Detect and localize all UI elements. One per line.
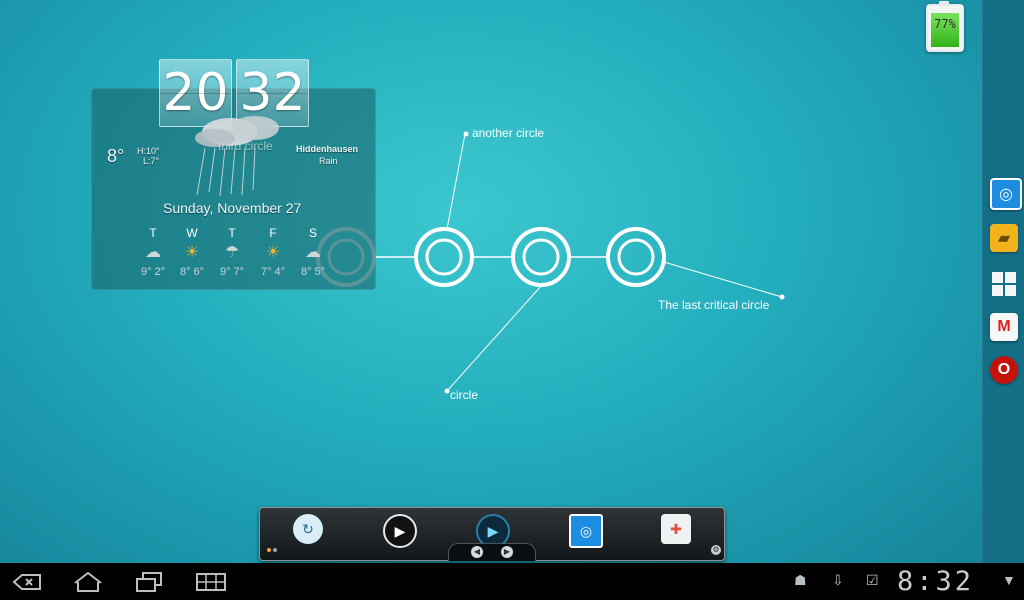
forecast-day-label: T bbox=[228, 226, 236, 240]
circle-label: circle bbox=[450, 388, 479, 402]
download-icon[interactable]: ⇩ bbox=[832, 572, 844, 589]
cloudy-icon: ☁ bbox=[305, 244, 321, 261]
forecast-day: F ☀ 7° 4° bbox=[253, 226, 293, 278]
battery-percentage: 77% bbox=[934, 17, 956, 31]
forecast-temps: 8° 6° bbox=[179, 266, 205, 278]
pointer-dot bbox=[444, 388, 450, 394]
back-icon[interactable] bbox=[12, 573, 42, 591]
city-name: Hiddenhausen bbox=[296, 144, 359, 154]
launcher-page-tab: ◀ ▶ bbox=[448, 543, 536, 561]
quickoffice-icon[interactable]: ◎ bbox=[569, 514, 603, 548]
battery-cap bbox=[939, 1, 949, 5]
launcher-bar: ↻ ▶ ▶ ◎ ✚ ◀ ▶ ⚙ bbox=[259, 507, 725, 561]
signal-icon[interactable]: ▼ bbox=[1002, 572, 1016, 588]
forecast-temps: 8° 5° bbox=[300, 266, 326, 278]
status-clock[interactable]: 8:32 bbox=[897, 566, 974, 597]
high-temperature: H:10° bbox=[137, 146, 160, 156]
pointer-dot bbox=[463, 131, 469, 137]
puzzle-app-icon[interactable]: ✚ bbox=[661, 514, 691, 544]
forecast-day-label: T bbox=[149, 226, 157, 240]
forecast-day: T ☂ 9° 7° bbox=[212, 226, 252, 278]
battery-widget[interactable]: 77% bbox=[926, 1, 964, 52]
menu-grid-icon[interactable] bbox=[196, 573, 226, 591]
date-label: Sunday, November 27 bbox=[163, 200, 302, 216]
forecast-temps: 7° 4° bbox=[260, 266, 286, 278]
rain-cloud-icon bbox=[195, 116, 279, 197]
weather-condition: Rain bbox=[319, 156, 338, 166]
quickoffice-icon[interactable]: ◎ bbox=[990, 178, 1022, 210]
recent-apps-icon[interactable] bbox=[134, 571, 164, 593]
current-temperature: 8° bbox=[107, 146, 125, 166]
forecast-day: S ☁ 8° 5° bbox=[293, 226, 333, 278]
page-indicator bbox=[267, 548, 279, 553]
android-icon[interactable]: ☗ bbox=[794, 572, 807, 589]
app-grid-icon[interactable] bbox=[990, 270, 1018, 298]
settings-icon[interactable]: ⚙ bbox=[711, 545, 721, 555]
cloudy-icon: ☁ bbox=[145, 244, 161, 261]
another-circle bbox=[414, 227, 474, 287]
forecast-day-label: F bbox=[269, 226, 277, 240]
another-circle-label: another circle bbox=[472, 126, 545, 140]
pointer-line bbox=[446, 284, 543, 392]
low-temperature: L:7° bbox=[143, 156, 160, 166]
forecast-day: W ☀ 8° 6° bbox=[172, 226, 212, 278]
forecast-day-label: S bbox=[308, 226, 317, 240]
forecast-temps: 9° 7° bbox=[219, 266, 245, 278]
right-dock: ◎ ▰ M O bbox=[982, 0, 1024, 563]
prev-page-icon[interactable]: ◀ bbox=[471, 546, 483, 558]
file-manager-icon[interactable]: ▰ bbox=[990, 224, 1018, 252]
forecast-day-label: W bbox=[186, 226, 198, 240]
pointer-dot bbox=[779, 294, 785, 300]
pointer-line bbox=[663, 261, 783, 298]
task-icon[interactable]: ☑ bbox=[866, 572, 879, 589]
rain-icon: ☂ bbox=[224, 244, 240, 261]
refresh-app-icon[interactable]: ↻ bbox=[293, 514, 323, 544]
next-page-icon[interactable]: ▶ bbox=[501, 546, 513, 558]
home-icon[interactable] bbox=[72, 571, 104, 593]
sun-rain-icon: ☀ bbox=[265, 244, 281, 261]
forecast-temps: 9° 2° bbox=[140, 266, 166, 278]
system-bar: ☗ ⇩ ☑ 8:32 ▼ bbox=[0, 563, 1024, 600]
last-critical-circle bbox=[606, 227, 666, 287]
sun-cloud-icon: ☀ bbox=[184, 244, 200, 261]
third-circle-label: third circle bbox=[218, 139, 273, 153]
circle bbox=[511, 227, 571, 287]
opera-icon[interactable]: O bbox=[990, 356, 1018, 384]
forecast-day: T ☁ 9° 2° bbox=[133, 226, 173, 278]
gmail-icon[interactable]: M bbox=[990, 313, 1018, 341]
last-critical-circle-label: The last critical circle bbox=[658, 298, 770, 312]
pointer-line bbox=[446, 133, 466, 230]
media-player-icon[interactable]: ▶ bbox=[383, 514, 417, 548]
